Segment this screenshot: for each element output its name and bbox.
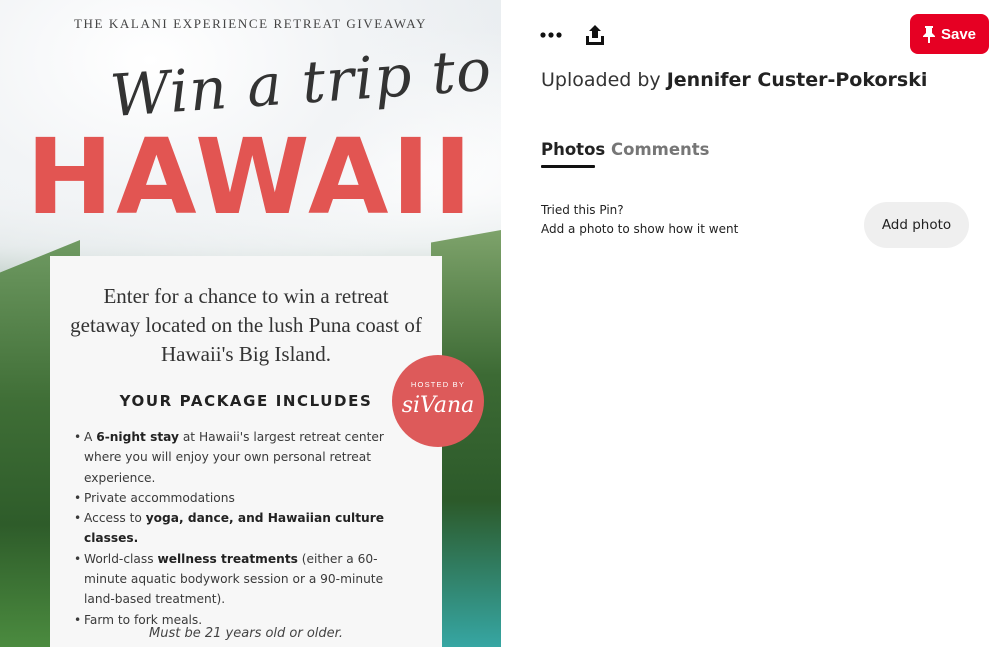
- tried-pin-title: Tried this Pin?: [541, 203, 624, 217]
- tab-comments[interactable]: Comments: [611, 140, 709, 159]
- uploaded-by: Uploaded by Jennifer Custer-Pokorski: [541, 69, 927, 91]
- tried-pin-subtitle: Add a photo to show how it went: [541, 222, 739, 236]
- tab-photos[interactable]: Photos: [541, 140, 605, 159]
- pin-image[interactable]: THE KALANI EXPERIENCE RETREAT GIVEAWAY W…: [0, 0, 501, 647]
- pin-info-card: Enter for a chance to win a retreat geta…: [50, 256, 442, 647]
- uploaded-by-prefix: Uploaded by: [541, 69, 661, 91]
- more-dots-icon: [540, 32, 562, 38]
- host-badge-caption: HOSTED BY: [410, 380, 466, 389]
- pin-top-caption: THE KALANI EXPERIENCE RETREAT GIVEAWAY: [74, 16, 427, 31]
- pin-headline: HAWAII: [26, 116, 475, 238]
- pushpin-icon: [922, 25, 935, 43]
- share-upload-icon: [586, 25, 604, 45]
- package-item: A 6-night stay at Hawaii's largest retre…: [74, 427, 414, 488]
- package-item: Access to yoga, dance, and Hawaiian cult…: [74, 508, 414, 549]
- add-photo-button[interactable]: Add photo: [864, 202, 969, 248]
- package-item: World-class wellness treatments (either …: [74, 549, 414, 610]
- host-badge: HOSTED BY siVana: [392, 355, 484, 447]
- more-options-button[interactable]: [535, 19, 567, 51]
- share-button[interactable]: [579, 19, 611, 51]
- pin-intro-text: Enter for a chance to win a retreat geta…: [70, 284, 422, 366]
- save-button[interactable]: Save: [910, 14, 989, 54]
- host-badge-brand: siVana: [401, 393, 475, 418]
- package-list: A 6-night stay at Hawaii's largest retre…: [74, 427, 414, 630]
- save-button-label: Save: [940, 25, 977, 43]
- package-title: YOUR PACKAGE INCLUDES: [119, 392, 373, 410]
- age-requirement: Must be 21 years old or older.: [149, 626, 343, 641]
- package-item: Private accommodations: [74, 488, 414, 509]
- active-tab-indicator: [541, 165, 595, 168]
- uploader-name[interactable]: Jennifer Custer-Pokorski: [667, 69, 928, 91]
